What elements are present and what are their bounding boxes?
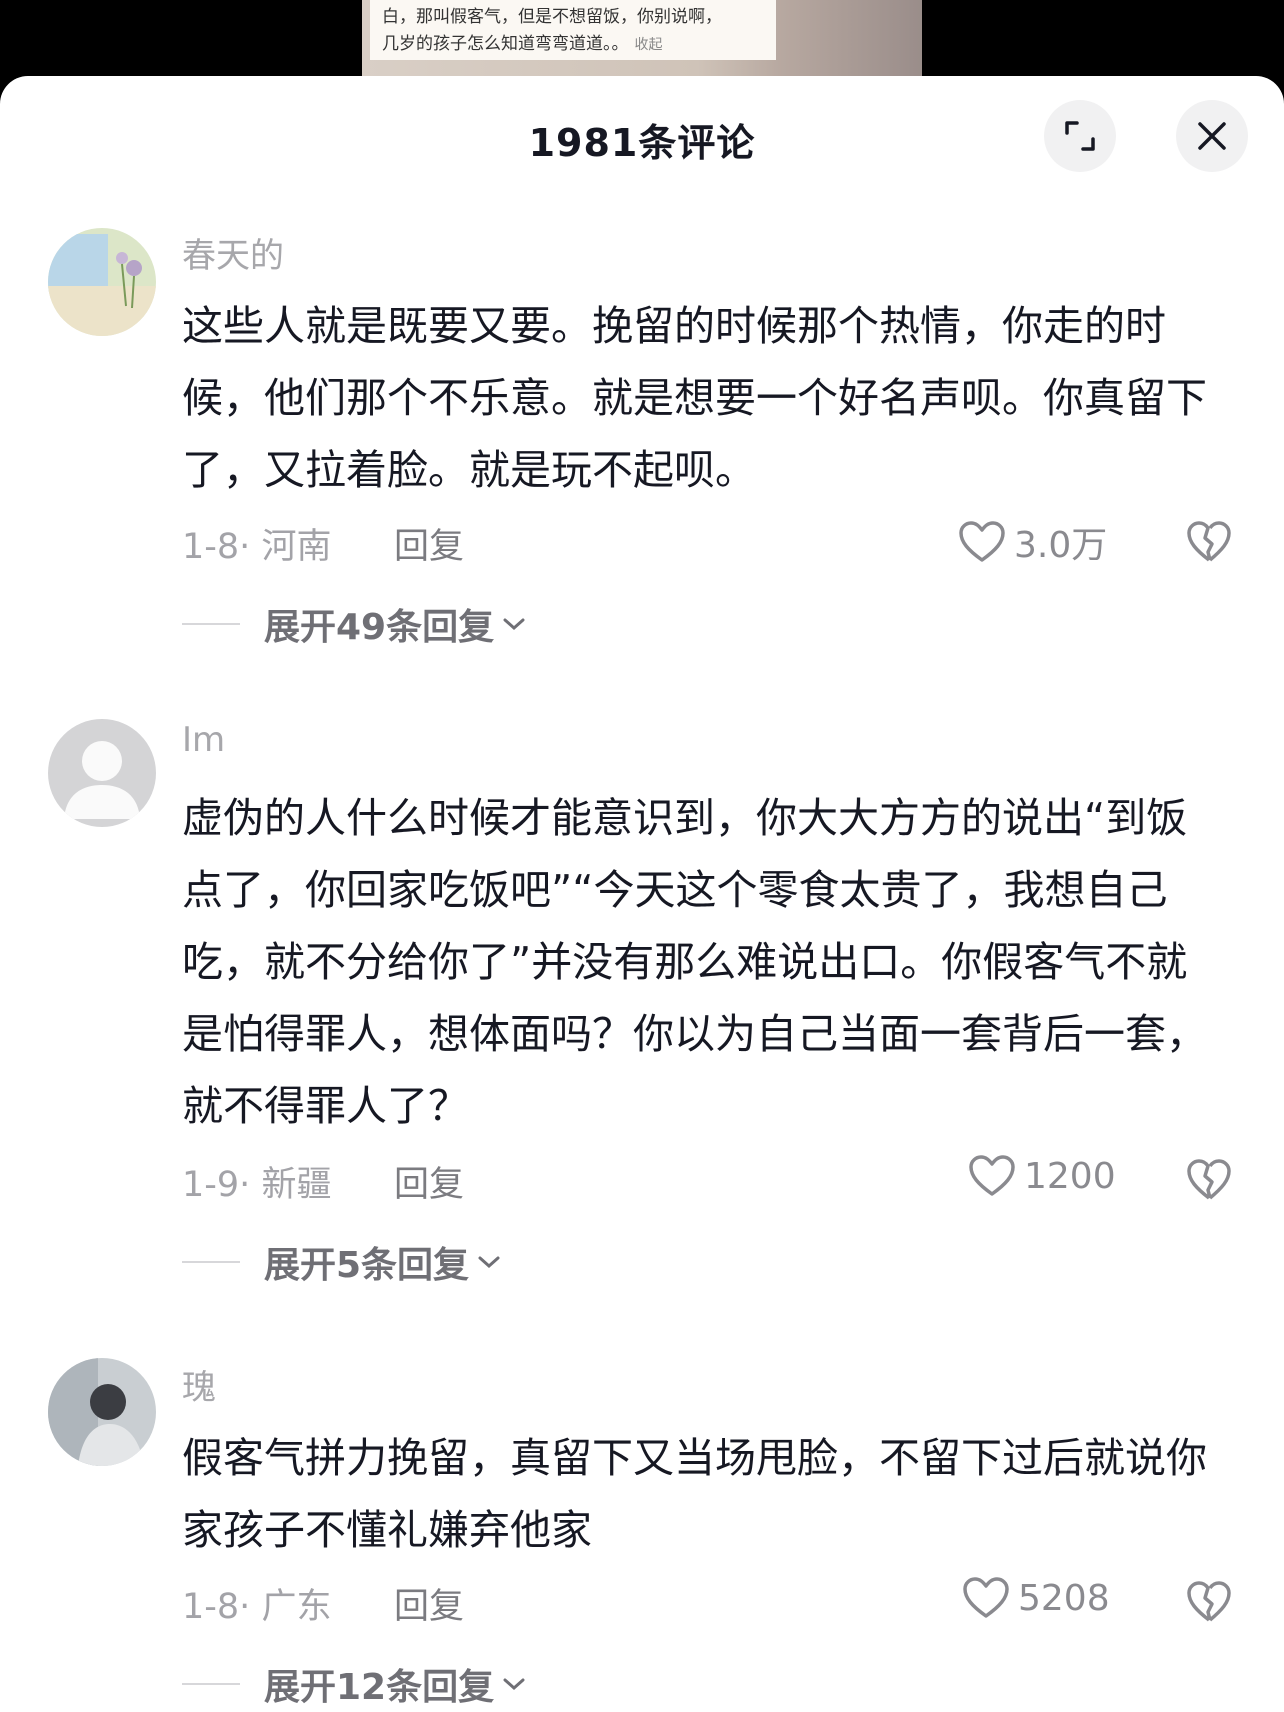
like-count: 1200 [1024, 1155, 1116, 1197]
like-button[interactable]: 1200 [968, 1154, 1116, 1198]
expand-replies-label: 展开49条回复 [264, 607, 495, 648]
like-count: 5208 [1018, 1577, 1110, 1619]
video-thumbnail[interactable]: 白，那叫假客气，但是不想留饭，你别说啊， 几岁的孩子怎么知道弯弯道道。。 收起 [362, 0, 922, 76]
comment-username[interactable]: Im [182, 720, 225, 760]
chevron-down-icon [503, 1678, 525, 1691]
comment-text: 这些人就是既要又要。挽留的时候那个热情，你走的时候，他们那个不乐意。就是想要一个… [182, 302, 1207, 494]
video-caption-line2: 几岁的孩子怎么知道弯弯道道。。 [382, 34, 629, 54]
comment-username[interactable]: 春天的 [182, 228, 284, 277]
dislike-icon[interactable] [1186, 1580, 1232, 1624]
video-caption-line1: 白，那叫假客气，但是不想留饭，你别说啊， [382, 7, 722, 27]
like-button[interactable]: 5208 [962, 1576, 1110, 1620]
comment-date: 1-8 [182, 527, 240, 567]
reply-button[interactable]: 回复 [394, 518, 464, 569]
avatar[interactable] [48, 1358, 156, 1466]
divider [182, 1261, 240, 1263]
video-background: 白，那叫假客气，但是不想留饭，你别说啊， 几岁的孩子怎么知道弯弯道道。。 收起 [0, 0, 1284, 80]
expand-replies-button[interactable]: 展开12条回复 [182, 1658, 526, 1710]
comment-meta: 1-8· 河南 [182, 527, 332, 567]
expand-icon [1065, 121, 1095, 151]
avatar[interactable] [48, 719, 156, 827]
reply-button[interactable]: 回复 [394, 1156, 464, 1207]
comment-location: 新疆 [261, 1165, 332, 1205]
dislike-icon[interactable] [1186, 1158, 1232, 1202]
comment-date: 1-9 [182, 1165, 240, 1205]
expand-button[interactable] [1044, 100, 1116, 172]
comment-text: 假客气拼力挽留，真留下又当场甩脸，不留下过后就说你家孩子不懂礼嫌弃他家 [182, 1434, 1207, 1554]
divider [182, 623, 240, 625]
comment-date: 1-8 [182, 1587, 240, 1627]
comment-username[interactable]: 瑰 [182, 1360, 216, 1409]
comment-text: 虚伪的人什么时候才能意识到，你大大方方的说出“到饭点了，你回家吃饭吧”“今天这个… [182, 794, 1207, 1130]
comment-meta: 1-9· 新疆 [182, 1165, 332, 1205]
like-count: 3.0万 [1014, 525, 1108, 566]
heart-icon [959, 521, 1005, 562]
expand-replies-label: 展开12条回复 [264, 1667, 495, 1708]
comment-meta: 1-8· 广东 [182, 1587, 332, 1627]
divider [182, 1683, 240, 1685]
close-button[interactable] [1176, 100, 1248, 172]
reply-button[interactable]: 回复 [394, 1578, 464, 1629]
expand-replies-button[interactable]: 展开49条回复 [182, 598, 526, 650]
avatar[interactable] [48, 228, 156, 336]
dislike-icon[interactable] [1186, 520, 1232, 564]
video-caption: 白，那叫假客气，但是不想留饭，你别说啊， 几岁的孩子怎么知道弯弯道道。。 收起 [370, 0, 776, 60]
expand-replies-label: 展开5条回复 [264, 1245, 470, 1286]
close-icon [1198, 122, 1226, 150]
chevron-down-icon [503, 618, 525, 631]
collapse-link[interactable]: 收起 [635, 37, 663, 53]
comment-location: 广东 [261, 1587, 332, 1627]
expand-replies-button[interactable]: 展开5条回复 [182, 1236, 501, 1288]
comment-sheet: 1981条评论 春天的 这些人就是既要又要。挽留的时候那个热情，你走的时候，他们… [0, 76, 1284, 1712]
heart-icon [963, 1577, 1009, 1618]
like-button[interactable]: 3.0万 [958, 516, 1107, 568]
heart-icon [969, 1155, 1015, 1196]
comment-location: 河南 [261, 527, 332, 567]
chevron-down-icon [478, 1256, 500, 1269]
